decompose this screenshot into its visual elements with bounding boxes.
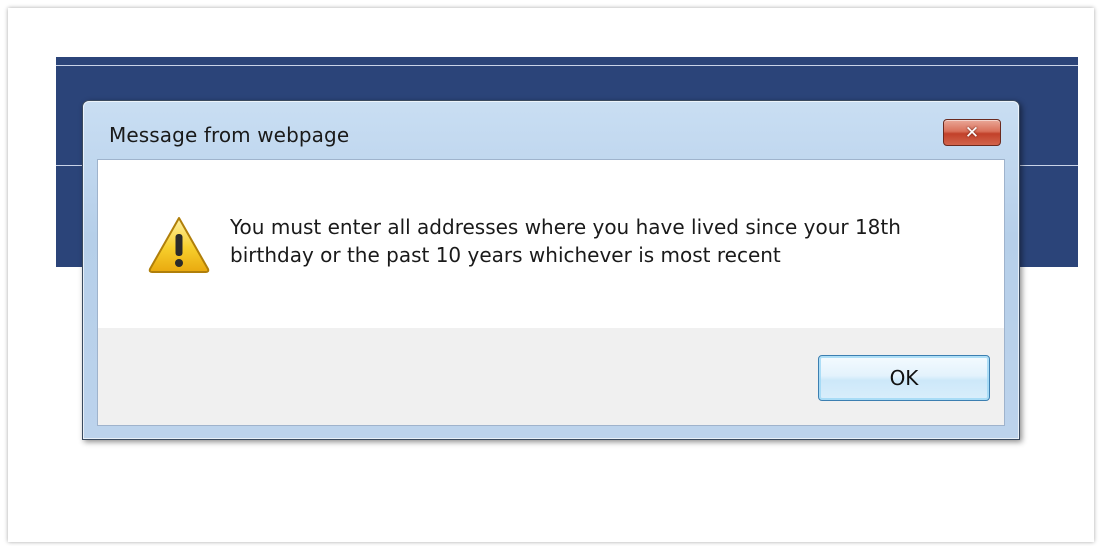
dialog-message: You must enter all addresses where you h…: [230, 215, 901, 267]
ok-button-label: OK: [889, 366, 919, 390]
dialog-content: You must enter all addresses where you h…: [97, 159, 1005, 426]
close-icon: ✕: [964, 123, 980, 143]
message-pane: You must enter all addresses where you h…: [98, 160, 1004, 328]
banner-divider-top: [56, 65, 1078, 66]
warning-icon: [148, 217, 210, 273]
ok-button[interactable]: OK: [818, 355, 990, 401]
close-button[interactable]: ✕: [943, 119, 1001, 146]
dialog-title: Message from webpage: [109, 123, 350, 147]
dialog-titlebar[interactable]: Message from webpage ✕: [83, 101, 1019, 159]
message-dialog: Message from webpage ✕ You must enter al…: [82, 100, 1020, 440]
dialog-button-bar: OK: [98, 328, 1004, 425]
